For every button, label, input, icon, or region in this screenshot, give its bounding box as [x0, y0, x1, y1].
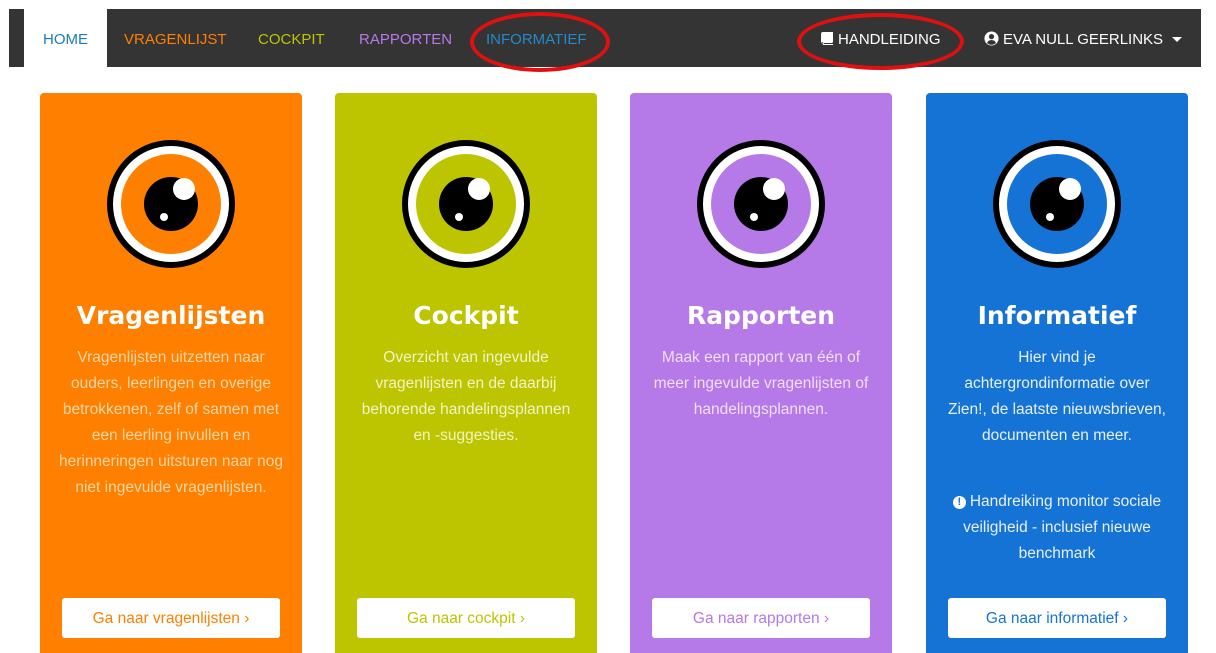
nav-handleiding-label: HANDLEIDING	[838, 31, 941, 48]
eye-icon	[402, 140, 530, 268]
user-circle-icon	[984, 31, 999, 46]
card-rapporten: Rapporten Maak een rapport van één of me…	[630, 93, 892, 653]
card-informatief: Informatief Hier vind je achtergrondinfo…	[926, 93, 1188, 653]
user-name: EVA NULL GEERLINKS	[1003, 31, 1164, 48]
card-description: Overzicht van ingevulde vragenlijsten en…	[361, 349, 571, 444]
eye-icon	[107, 140, 235, 268]
caret-down-icon[interactable]	[1172, 37, 1183, 42]
card-vragenlijsten: Vragenlijsten Vragenlijsten uitzetten na…	[40, 93, 302, 653]
card-description: Vragenlijsten uitzetten naar ouders, lee…	[58, 349, 284, 496]
top-navbar: HOME VRAGENLIJST COCKPIT RAPPORTEN INFOR…	[9, 9, 1201, 67]
eye-icon	[993, 140, 1121, 268]
card-title: Rapporten	[686, 301, 836, 330]
user-menu[interactable]: EVA NULL GEERLINKS	[984, 9, 1183, 67]
card-title: Informatief	[977, 301, 1137, 330]
card-title: Vragenlijsten	[76, 301, 266, 330]
book-icon	[821, 32, 833, 45]
card-note[interactable]: ! Handreiking monitor sociale veiligheid …	[944, 489, 1170, 567]
card-description: Maak een rapport van één of meer ingevul…	[653, 349, 869, 418]
go-cockpit-button[interactable]: Ga naar cockpit ›	[357, 598, 575, 638]
card-title: Cockpit	[413, 301, 519, 330]
nav-vragenlijst[interactable]: VRAGENLIJST	[124, 9, 227, 67]
go-vragenlijsten-button[interactable]: Ga naar vragenlijsten ›	[62, 598, 280, 638]
eye-icon	[697, 140, 825, 268]
nav-handleiding[interactable]: HANDLEIDING	[820, 9, 941, 67]
go-rapporten-button[interactable]: Ga naar rapporten ›	[652, 598, 870, 638]
nav-home[interactable]: HOME	[24, 9, 107, 67]
go-informatief-button[interactable]: Ga naar informatief ›	[948, 598, 1166, 638]
nav-informatief[interactable]: INFORMATIEF	[486, 9, 587, 67]
nav-cockpit[interactable]: COCKPIT	[258, 9, 325, 67]
card-description: Hier vind je achtergrondinformatie over …	[948, 349, 1166, 444]
card-note-text: Handreiking monitor sociale veiligheid -…	[963, 493, 1162, 562]
card-cockpit: Cockpit Overzicht van ingevulde vragenli…	[335, 93, 597, 653]
nav-rapporten[interactable]: RAPPORTEN	[359, 9, 452, 67]
info-icon: !	[952, 496, 966, 509]
